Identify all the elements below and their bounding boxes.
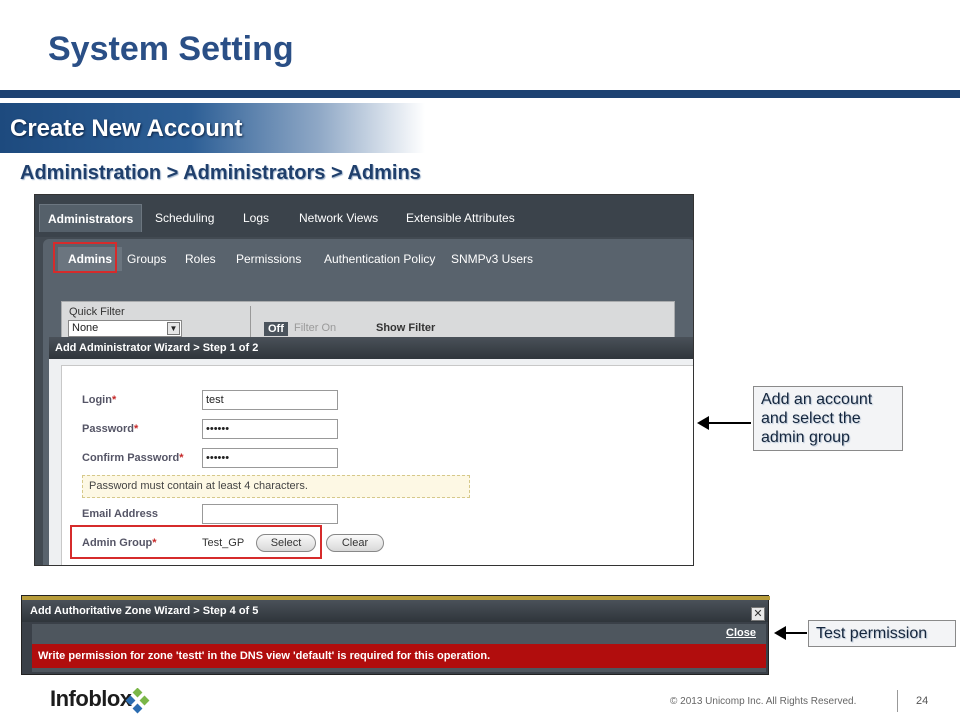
main-tabbar: Administrators Scheduling Logs Network V…: [35, 195, 693, 237]
zone-wizard-title: Add Authoritative Zone Wizard > Step 4 o…: [22, 600, 768, 622]
page-number: 24: [916, 695, 929, 707]
confirm-password-input[interactable]: ••••••: [202, 448, 338, 468]
add-admin-wizard: Add Administrator Wizard > Step 1 of 2 L…: [49, 337, 693, 565]
tab-scheduling[interactable]: Scheduling: [147, 204, 222, 232]
subtab-permissions[interactable]: Permissions: [226, 247, 311, 271]
login-label: Login*: [82, 394, 117, 406]
quick-filter-select[interactable]: None ▼: [68, 320, 182, 337]
password-input[interactable]: ••••••: [202, 419, 338, 439]
close-icon[interactable]: ✕: [751, 607, 765, 621]
admin-screenshot: Administrators Scheduling Logs Network V…: [34, 194, 694, 566]
wizard-form: Login* test Password* •••••• Confirm Pas…: [61, 365, 693, 565]
callout-add-account: Add an account and select the admin grou…: [753, 386, 903, 451]
subtab-authentication-policy[interactable]: Authentication Policy: [314, 247, 445, 271]
callout-arrow-line: [783, 632, 807, 634]
section-banner: Create New Account: [0, 103, 425, 153]
footer-divider: [897, 690, 898, 712]
title-rule: [0, 90, 960, 98]
quick-filter-value: None: [72, 322, 99, 334]
zone-wizard-screenshot: Add Authoritative Zone Wizard > Step 4 o…: [21, 595, 770, 675]
zone-wizard-body: Close Write permission for zone 'testt' …: [32, 624, 766, 672]
subtab-roles[interactable]: Roles: [175, 247, 226, 271]
section-title: Create New Account: [10, 115, 243, 142]
callout-arrow-line: [706, 422, 751, 424]
login-input[interactable]: test: [202, 390, 338, 410]
filter-off-toggle[interactable]: Off: [264, 322, 288, 336]
password-hint: Password must contain at least 4 charact…: [82, 475, 470, 498]
infoblox-logo-icon: [125, 688, 150, 714]
filter-on-toggle[interactable]: Filter On: [294, 322, 336, 334]
wizard-title: Add Administrator Wizard > Step 1 of 2: [49, 337, 693, 359]
copyright-text: © 2013 Unicomp Inc. All Rights Reserved.: [670, 696, 857, 707]
tab-extensible-attributes[interactable]: Extensible Attributes: [398, 204, 523, 232]
breadcrumb: Administration > Administrators > Admins: [20, 162, 421, 184]
email-input[interactable]: [202, 504, 338, 524]
tab-logs[interactable]: Logs: [235, 204, 277, 232]
slide-title: System Setting: [48, 30, 294, 68]
permission-error-message: Write permission for zone 'testt' in the…: [32, 644, 766, 668]
clear-button[interactable]: Clear: [326, 534, 384, 552]
password-label: Password*: [82, 423, 139, 435]
tab-network-views[interactable]: Network Views: [291, 204, 386, 232]
tab-administrators[interactable]: Administrators: [39, 204, 143, 232]
email-label: Email Address: [82, 508, 159, 520]
admin-group-highlight-box: [70, 525, 322, 559]
admins-highlight-box: [53, 242, 117, 273]
dropdown-arrow-icon[interactable]: ▼: [167, 322, 180, 335]
subtab-snmpv3-users[interactable]: SNMPv3 Users: [441, 247, 543, 271]
callout-test-permission: Test permission: [808, 620, 956, 647]
confirm-password-label: Confirm Password*: [82, 452, 184, 464]
show-filter-link[interactable]: Show Filter: [376, 322, 435, 334]
quick-filter-label: Quick Filter: [69, 306, 125, 318]
close-link[interactable]: Close: [726, 627, 756, 639]
subtab-groups[interactable]: Groups: [117, 247, 176, 271]
infoblox-logo: Infoblox: [50, 686, 132, 711]
